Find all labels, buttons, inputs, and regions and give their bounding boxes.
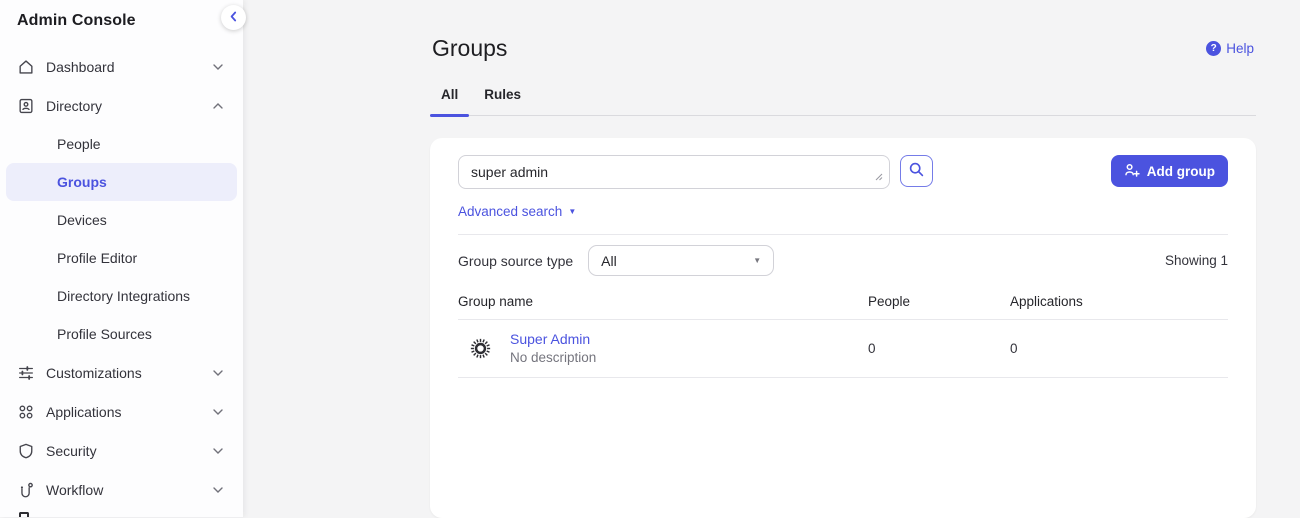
search-field-wrap: super admin (458, 155, 890, 194)
sidebar-item-label: Security (46, 443, 97, 459)
selected-option: All (601, 253, 617, 269)
group-text: Super Admin No description (510, 331, 596, 365)
divider (458, 234, 1228, 235)
workflow-icon (17, 481, 35, 499)
sidebar-item-label: Customizations (46, 365, 142, 381)
sidebar-item-groups[interactable]: Groups (6, 163, 237, 201)
sidebar-item-applications[interactable]: Applications (0, 392, 243, 431)
sidebar-item-label: Applications (46, 404, 122, 420)
grid-icon (17, 403, 35, 421)
admin-console-screen: Admin Console Dashboard Directory (0, 0, 1300, 517)
group-source-type-label: Group source type (458, 253, 573, 269)
applications-count: 0 (1010, 341, 1228, 356)
chevron-down-icon (213, 409, 223, 415)
add-group-button[interactable]: Add group (1111, 155, 1228, 187)
sidebar-item-label: Profile Editor (57, 250, 137, 266)
sidebar-item-label: People (57, 136, 101, 152)
tab-all[interactable]: All (430, 87, 469, 115)
sidebar-collapse-button[interactable] (221, 5, 246, 30)
sidebar-item-label: Workflow (46, 482, 103, 498)
column-people: People (868, 294, 1010, 309)
advanced-search-label: Advanced search (458, 204, 562, 219)
chevron-down-icon (213, 64, 223, 70)
group-description: No description (510, 350, 596, 365)
caret-down-icon: ▼ (753, 257, 761, 265)
chevron-up-icon (213, 103, 223, 109)
table-row: Super Admin No description 0 0 (458, 320, 1228, 378)
chevron-down-icon (213, 448, 223, 454)
page-title: Groups (432, 35, 507, 62)
sidebar-item-label: Devices (57, 212, 107, 228)
sidebar: Admin Console Dashboard Directory (0, 0, 243, 517)
sidebar-item-dashboard[interactable]: Dashboard (0, 47, 243, 86)
id-badge-icon (17, 97, 35, 115)
filter-row: Group source type All ▼ Showing 1 (458, 245, 1228, 276)
sidebar-item-people[interactable]: People (0, 125, 243, 163)
clipped-nav-icon (19, 512, 29, 517)
sidebar-item-devices[interactable]: Devices (0, 201, 243, 239)
help-link[interactable]: ? Help (1206, 41, 1254, 56)
people-count: 0 (868, 341, 1010, 356)
chevron-down-icon (213, 370, 223, 376)
add-group-label: Add group (1147, 164, 1215, 179)
shield-icon (17, 442, 35, 460)
sidebar-item-label: Dashboard (46, 59, 115, 75)
sidebar-nav: Dashboard Directory People Groups (0, 47, 243, 509)
sidebar-item-label: Directory Integrations (57, 288, 190, 304)
groups-card: super admin Add group (430, 138, 1256, 518)
group-source-type-select[interactable]: All ▼ (588, 245, 774, 276)
sidebar-item-label: Directory (46, 98, 102, 114)
tab-rules[interactable]: Rules (473, 87, 532, 115)
groups-toolbar: super admin Add group (458, 155, 1228, 194)
help-icon: ? (1206, 41, 1221, 56)
sidebar-item-directory[interactable]: Directory (0, 86, 243, 125)
app-title: Admin Console (0, 0, 243, 30)
sidebar-item-label: Groups (57, 174, 107, 190)
sidebar-item-workflow[interactable]: Workflow (0, 470, 243, 509)
chevron-left-icon (229, 10, 238, 25)
group-name-link[interactable]: Super Admin (510, 331, 590, 347)
sliders-icon (17, 364, 35, 382)
search-button[interactable] (900, 155, 933, 187)
sidebar-item-security[interactable]: Security (0, 431, 243, 470)
help-label: Help (1226, 41, 1254, 56)
column-group-name: Group name (458, 294, 868, 309)
sidebar-item-label: Profile Sources (57, 326, 152, 342)
table-header: Group name People Applications (458, 285, 1228, 320)
showing-count: Showing 1 (1165, 253, 1228, 268)
add-group-icon (1124, 162, 1140, 181)
sidebar-item-directory-integrations[interactable]: Directory Integrations (0, 277, 243, 315)
sidebar-item-profile-editor[interactable]: Profile Editor (0, 239, 243, 277)
search-icon (909, 162, 924, 180)
group-cell: Super Admin No description (458, 331, 868, 365)
column-applications: Applications (1010, 294, 1228, 309)
group-search-input[interactable]: super admin (458, 155, 890, 189)
tab-bar: All Rules (430, 87, 1256, 116)
group-sunburst-icon (467, 335, 494, 362)
page-header: Groups ? Help (430, 35, 1256, 62)
home-icon (17, 58, 35, 76)
sidebar-item-customizations[interactable]: Customizations (0, 353, 243, 392)
main-content: Groups ? Help All Rules super admin (430, 0, 1256, 518)
sidebar-item-profile-sources[interactable]: Profile Sources (0, 315, 243, 353)
chevron-down-icon (213, 487, 223, 493)
advanced-search-link[interactable]: Advanced search ▼ (458, 204, 576, 219)
caret-down-icon: ▼ (568, 208, 576, 216)
